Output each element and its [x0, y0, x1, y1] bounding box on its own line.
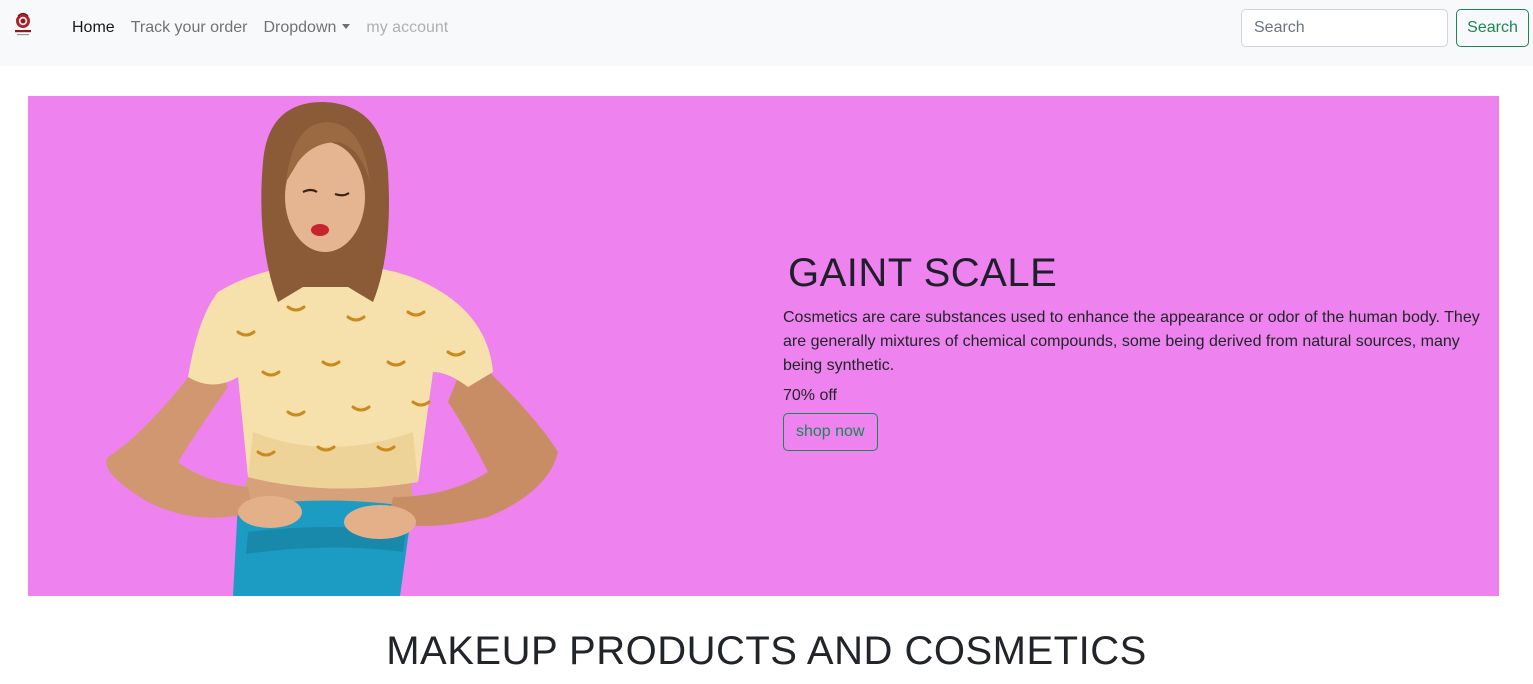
- caret-down-icon: [342, 24, 351, 29]
- nav-dropdown-label: Dropdown: [263, 19, 337, 36]
- hero-model-image: [106, 102, 558, 596]
- hero-title: GAINT SCALE: [788, 251, 1058, 295]
- nav-link-home[interactable]: Home: [72, 0, 115, 56]
- search-button[interactable]: Search: [1456, 9, 1529, 47]
- brand-logo[interactable]: [12, 12, 36, 40]
- beauty-logo-icon: [15, 12, 31, 36]
- nav-dropdown-toggle[interactable]: Dropdown: [263, 0, 351, 56]
- navbar: Home Track your order Dropdown my accoun…: [0, 0, 1533, 66]
- nav-link-my-account: my account: [366, 19, 449, 36]
- hero-description: Cosmetics are care substances used to en…: [783, 309, 1480, 374]
- nav-link-track-order[interactable]: Track your order: [131, 0, 248, 56]
- shop-now-button[interactable]: shop now: [783, 413, 878, 451]
- nav-links: Home Track your order Dropdown my accoun…: [72, 0, 464, 56]
- search-input[interactable]: [1241, 9, 1448, 47]
- section-heading: MAKEUP PRODUCTS AND COSMETICS: [386, 629, 1147, 673]
- hero-text: GAINT SCALE Cosmetics are care substance…: [783, 246, 1499, 451]
- hero-discount: 70% off: [783, 387, 837, 404]
- hero-banner: GAINT SCALE Cosmetics are care substance…: [28, 96, 1499, 596]
